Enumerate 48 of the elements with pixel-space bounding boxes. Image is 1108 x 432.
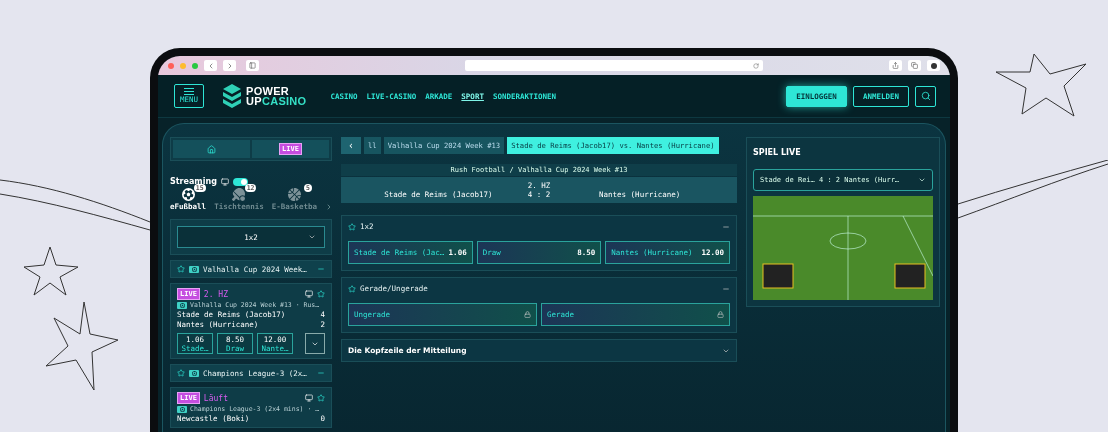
ball-icon <box>177 301 187 309</box>
ball-icon <box>189 265 199 273</box>
download-button[interactable] <box>927 60 940 71</box>
star-doodle <box>22 245 80 297</box>
star-icon[interactable] <box>348 222 356 231</box>
monitor-icon <box>305 394 313 402</box>
search-button[interactable] <box>915 85 936 107</box>
share-button[interactable] <box>889 60 902 71</box>
ball-icon <box>189 369 199 377</box>
logo-icon <box>223 84 241 108</box>
collapse-icon[interactable] <box>317 265 325 273</box>
logo-text: POWER UPCASINO <box>246 86 307 106</box>
lock-icon <box>717 311 724 318</box>
table-tennis-icon <box>232 188 246 201</box>
reload-icon[interactable] <box>753 62 759 69</box>
chevron-down-icon <box>918 176 926 184</box>
football-icon <box>181 188 195 201</box>
streaming-toggle[interactable] <box>232 177 248 186</box>
match-period: Läuft <box>203 393 229 403</box>
streaming-label: Streaming <box>170 177 217 186</box>
match-period: 2. HZ <box>203 289 229 299</box>
sidebar-button[interactable] <box>246 60 259 71</box>
panel-title: SPIEL LIVE <box>753 148 802 157</box>
tabs-button[interactable] <box>908 60 921 71</box>
tabs-icon <box>911 62 918 69</box>
monitor-icon <box>220 177 229 186</box>
home-tab[interactable] <box>173 140 250 158</box>
star-icon[interactable] <box>317 394 325 402</box>
close-icon[interactable] <box>168 62 174 69</box>
search-icon <box>920 91 931 101</box>
star-icon[interactable] <box>177 369 185 377</box>
sidebar-icon <box>249 62 256 69</box>
chevron-down-icon <box>308 233 316 241</box>
monitor-icon <box>305 290 313 298</box>
star-icon[interactable] <box>317 290 325 298</box>
more-button[interactable] <box>305 333 325 354</box>
star-icon[interactable] <box>348 284 356 293</box>
back-button[interactable]: ‹ <box>341 137 362 154</box>
basketball-icon <box>287 188 301 201</box>
collapse-icon[interactable] <box>317 369 325 377</box>
back-button[interactable] <box>204 60 217 71</box>
share-icon <box>892 62 899 69</box>
ball-icon <box>177 405 187 413</box>
menu-icon <box>184 88 194 95</box>
star-icon[interactable] <box>177 265 185 273</box>
home-icon <box>207 144 216 154</box>
lock-icon <box>524 311 531 318</box>
forward-button[interactable] <box>223 60 236 71</box>
